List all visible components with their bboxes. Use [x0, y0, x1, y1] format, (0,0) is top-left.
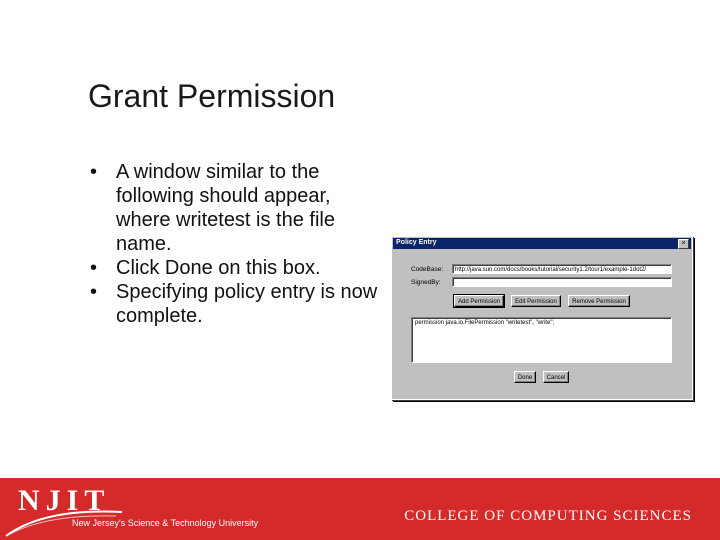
bullet-marker: • — [90, 281, 98, 303]
bullet-marker: • — [90, 257, 98, 279]
cancel-button[interactable]: Cancel — [543, 371, 569, 383]
permission-entry[interactable]: permission java.io.FilePermission "write… — [415, 320, 668, 326]
bullet-list: • A window similar to the following shou… — [88, 160, 388, 328]
close-icon[interactable]: × — [678, 239, 689, 249]
bullet-item: • Click Done on this box. — [88, 256, 388, 280]
permission-list[interactable]: permission java.io.FilePermission "write… — [411, 317, 672, 363]
dialog-title: Policy Entry — [396, 239, 437, 246]
dialog-titlebar[interactable]: Policy Entry × — [393, 238, 691, 249]
college-name: COLLEGE OF COMPUTING SCIENCES — [404, 508, 692, 524]
bullet-item: • Specifying policy entry is now complet… — [88, 280, 388, 328]
bullet-text: A window similar to the following should… — [116, 161, 335, 255]
bullet-item: • A window similar to the following shou… — [88, 160, 388, 256]
bullet-text: Click Done on this box. — [116, 257, 321, 279]
policy-entry-dialog: Policy Entry × CodeBase: http://java.sun… — [391, 236, 693, 400]
bullet-text: Specifying policy entry is now complete. — [116, 281, 378, 327]
done-button[interactable]: Done — [514, 371, 536, 383]
bullet-marker: • — [90, 161, 98, 183]
footer-band: NJIT New Jersey's Science & Technology U… — [0, 478, 720, 540]
remove-permission-button[interactable]: Remove Permission — [568, 295, 630, 307]
signedby-label: SignedBy: — [411, 279, 441, 286]
njit-logo: NJIT — [18, 484, 111, 517]
university-tagline: New Jersey's Science & Technology Univer… — [72, 518, 259, 528]
edit-permission-button[interactable]: Edit Permission — [511, 295, 561, 307]
codebase-input[interactable]: http://java.sun.com/docs/books/tutorial/… — [452, 264, 672, 274]
add-permission-button[interactable]: Add Permission — [453, 294, 505, 308]
codebase-label: CodeBase: — [411, 266, 444, 273]
signedby-input[interactable] — [452, 277, 672, 287]
slide-title: Grant Permission — [88, 78, 336, 114]
